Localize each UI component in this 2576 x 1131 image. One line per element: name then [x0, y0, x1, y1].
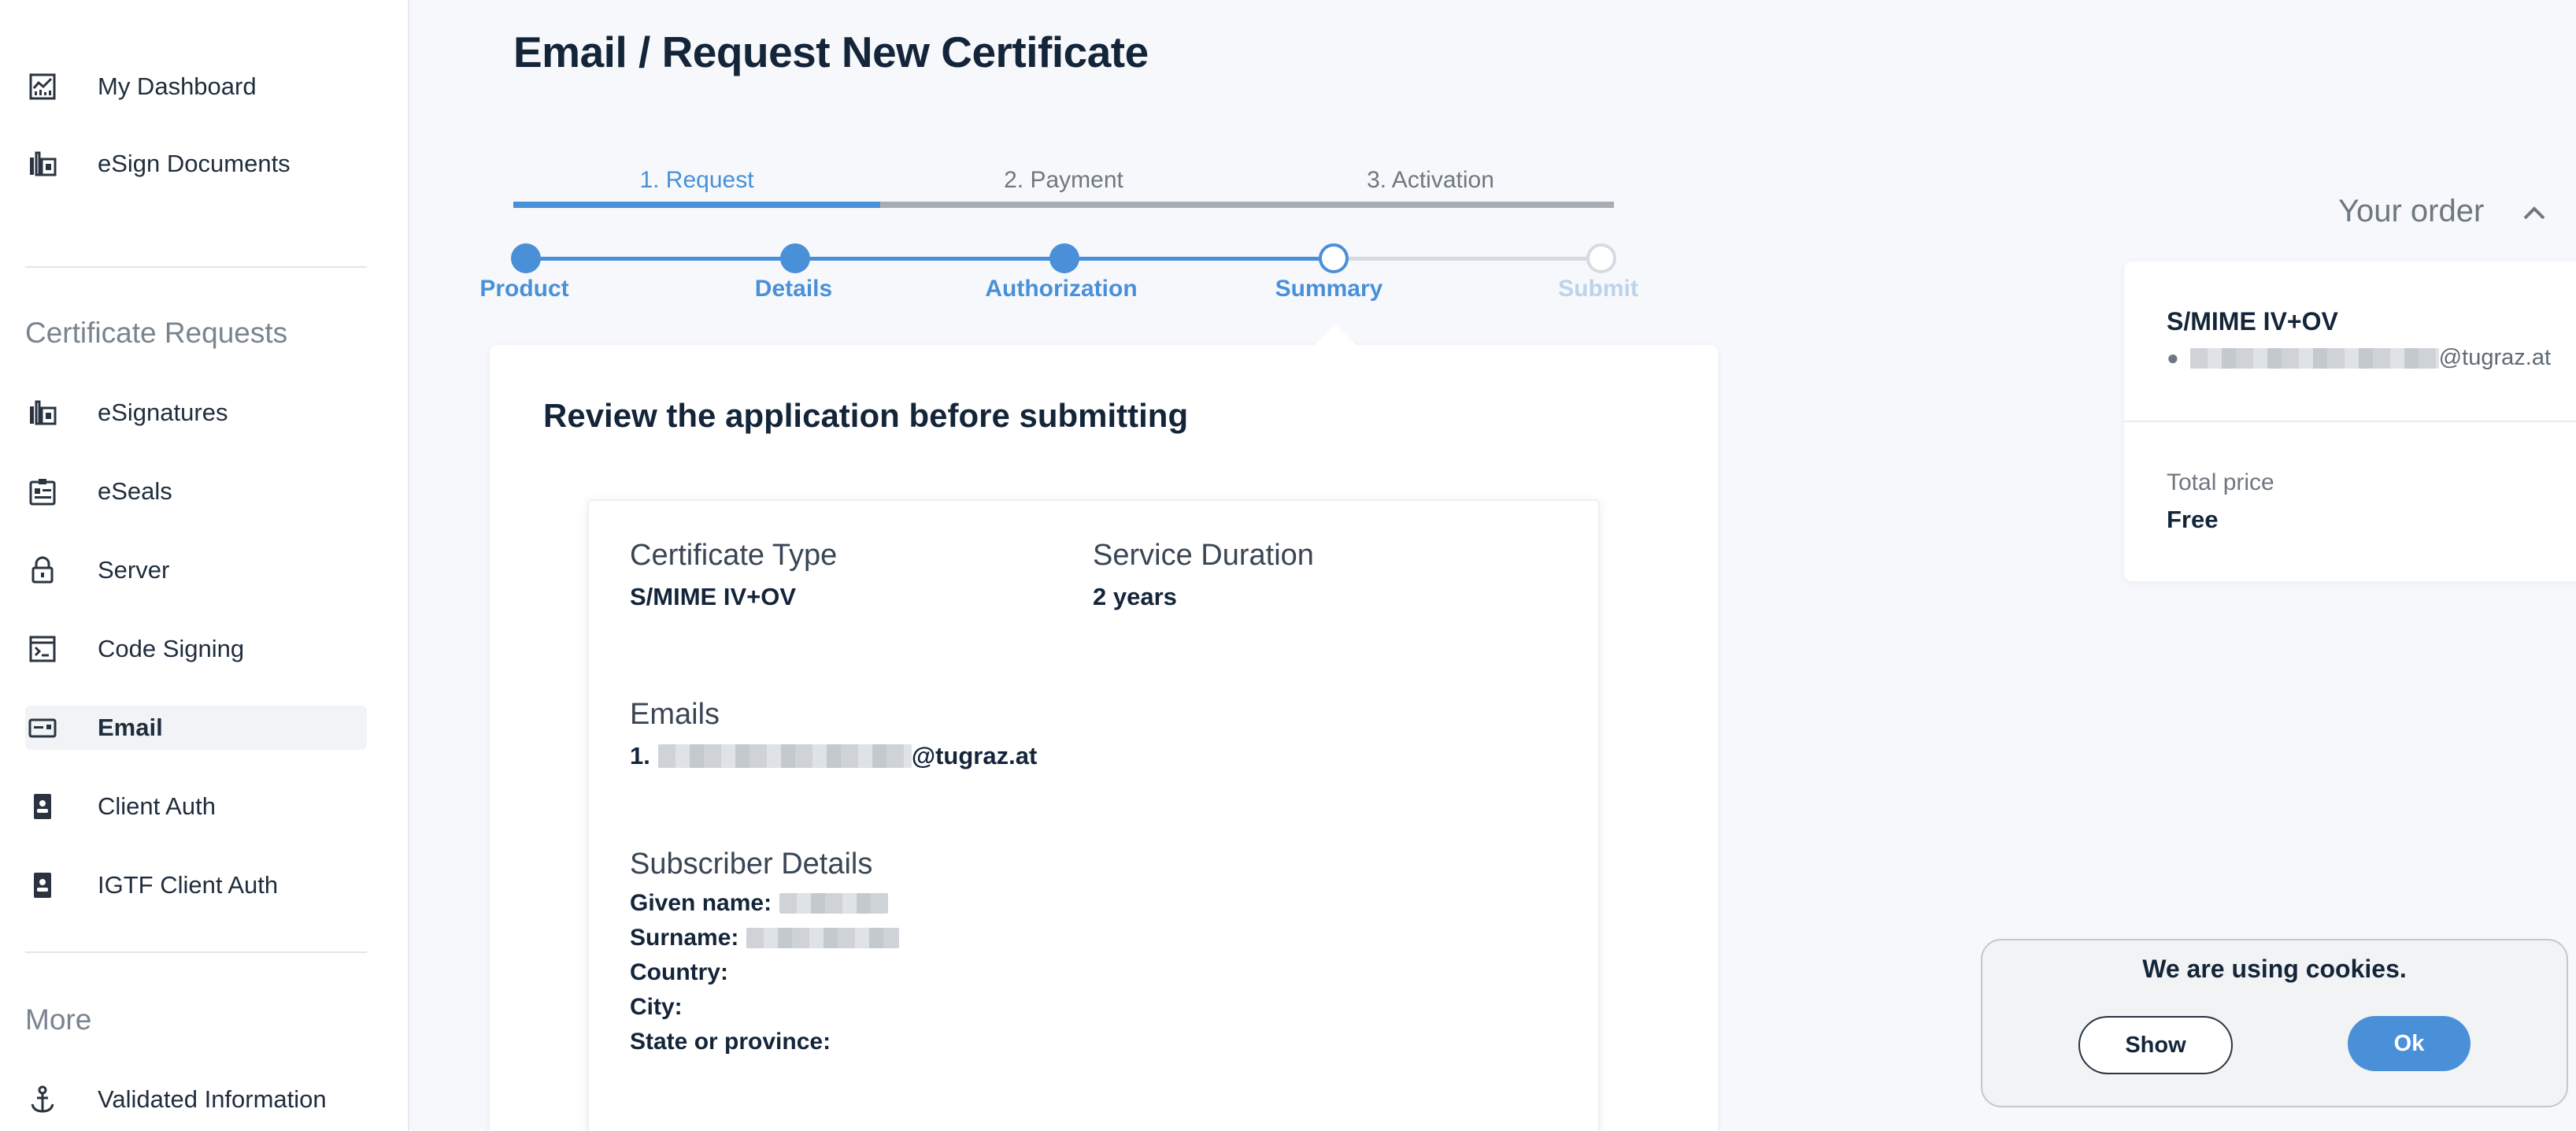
step-dot-summary: [1319, 243, 1349, 273]
esign-icon: [25, 146, 60, 181]
redacted-surname: [746, 928, 900, 948]
sidebar-item-email[interactable]: Email: [25, 706, 367, 750]
cookie-show-button[interactable]: Show: [2078, 1016, 2233, 1074]
step-tab-activation: 3. Activation: [1367, 167, 1494, 193]
step-dot-product: [511, 243, 541, 273]
email-index: 1.: [630, 742, 650, 769]
email-entry: 1. @tugraz.at: [630, 742, 1037, 770]
id-badge-icon: [25, 789, 60, 824]
sidebar-divider: [25, 266, 367, 268]
section-title-more: More: [25, 1003, 92, 1036]
substep-summary: Summary: [1275, 276, 1383, 302]
given-name-label: Given name:: [630, 890, 772, 916]
step-bar-remaining: [880, 202, 1614, 208]
sidebar-item-label: Server: [98, 556, 170, 584]
your-order-toggle[interactable]: Your order: [2338, 194, 2484, 229]
total-price-label: Total price: [2167, 469, 2274, 495]
subscriber-details-label: Subscriber Details: [630, 847, 873, 881]
state-label: State or province:: [630, 1029, 831, 1055]
sidebar-item-esignatures[interactable]: eSignatures: [25, 391, 367, 435]
dashboard-icon: [25, 69, 60, 104]
progress-line-done: [526, 257, 1332, 261]
esign-icon: [25, 395, 60, 430]
step-bar-request: [513, 202, 880, 208]
order-product: S/MIME IV+OV: [2167, 307, 2338, 336]
email-domain: @tugraz.at: [911, 742, 1038, 769]
step-tab-request: 1. Request: [639, 167, 754, 193]
surname-label: Surname:: [630, 925, 739, 951]
lock-icon: [25, 553, 60, 588]
sidebar-item-code-signing[interactable]: Code Signing: [25, 627, 367, 671]
sidebar-item-label: Code Signing: [98, 635, 245, 662]
review-caret: [1313, 324, 1357, 347]
sidebar-item-label: eSeals: [98, 477, 172, 505]
substep-details: Details: [754, 276, 833, 302]
given-name-row: Given name:: [630, 890, 889, 917]
order-email: ● @tugraz.at: [2167, 345, 2551, 371]
surname-row: Surname:: [630, 925, 900, 951]
bullet-icon: ●: [2167, 346, 2179, 369]
sidebar-item-client-auth[interactable]: Client Auth: [25, 784, 367, 829]
sidebar-item-validated-information[interactable]: Validated Information: [25, 1077, 367, 1122]
city-label: City:: [630, 994, 683, 1020]
progress-line-pending: [1332, 257, 1601, 261]
step-tab-payment: 2. Payment: [1004, 167, 1123, 193]
sidebar-item-label: Validated Information: [98, 1085, 327, 1113]
sidebar-item-label: IGTF Client Auth: [98, 871, 279, 899]
sidebar-item-esign-documents[interactable]: eSign Documents: [25, 142, 367, 186]
step-dot-submit: [1586, 243, 1616, 273]
order-email-domain: @tugraz.at: [2438, 345, 2551, 370]
sidebar-item-label: Email: [98, 714, 163, 741]
order-divider: [2124, 421, 2576, 422]
sidebar-item-eseals[interactable]: eSeals: [25, 469, 367, 514]
sidebar-item-server[interactable]: Server: [25, 548, 367, 592]
sidebar-item-label: My Dashboard: [98, 72, 257, 100]
cookie-message: We are using cookies.: [2142, 955, 2407, 983]
id-badge-icon: [25, 868, 60, 903]
seal-icon: [25, 474, 60, 509]
section-title-certificate-requests: Certificate Requests: [25, 317, 288, 349]
chevron-up-icon[interactable]: [2521, 203, 2548, 222]
substep-authorization: Authorization: [985, 276, 1138, 302]
country-label: Country:: [630, 959, 728, 985]
redacted-order-email: [2189, 347, 2439, 369]
review-title: Review the application before submitting: [543, 397, 1189, 434]
step-dot-authorization: [1049, 243, 1079, 273]
sidebar-item-label: eSign Documents: [98, 150, 291, 177]
sidebar-item-label: Client Auth: [98, 792, 216, 820]
page-title: Email / Request New Certificate: [513, 28, 1149, 76]
anchor-icon: [25, 1082, 60, 1117]
step-dot-details: [780, 243, 810, 273]
cookie-ok-button[interactable]: Ok: [2348, 1016, 2471, 1071]
email-card-icon: [25, 710, 60, 745]
redacted-given-name: [779, 893, 889, 914]
sidebar-item-igtf-client-auth[interactable]: IGTF Client Auth: [25, 863, 367, 907]
substep-submit: Submit: [1558, 276, 1638, 302]
redacted-email-local: [657, 744, 912, 768]
sidebar-item-label: eSignatures: [98, 399, 228, 426]
service-duration-value: 2 years: [1093, 583, 1177, 610]
total-price-value: Free: [2167, 506, 2219, 533]
service-duration-label: Service Duration: [1093, 539, 1314, 572]
certificate-type-value: S/MIME IV+OV: [630, 583, 797, 610]
sidebar-divider: [25, 951, 367, 953]
substep-product: Product: [479, 276, 569, 302]
terminal-icon: [25, 632, 60, 666]
sidebar-item-dashboard[interactable]: My Dashboard: [25, 65, 367, 109]
emails-label: Emails: [630, 698, 720, 731]
sidebar: My Dashboard eSign Documents Certificate…: [0, 0, 409, 1131]
certificate-type-label: Certificate Type: [630, 539, 838, 572]
